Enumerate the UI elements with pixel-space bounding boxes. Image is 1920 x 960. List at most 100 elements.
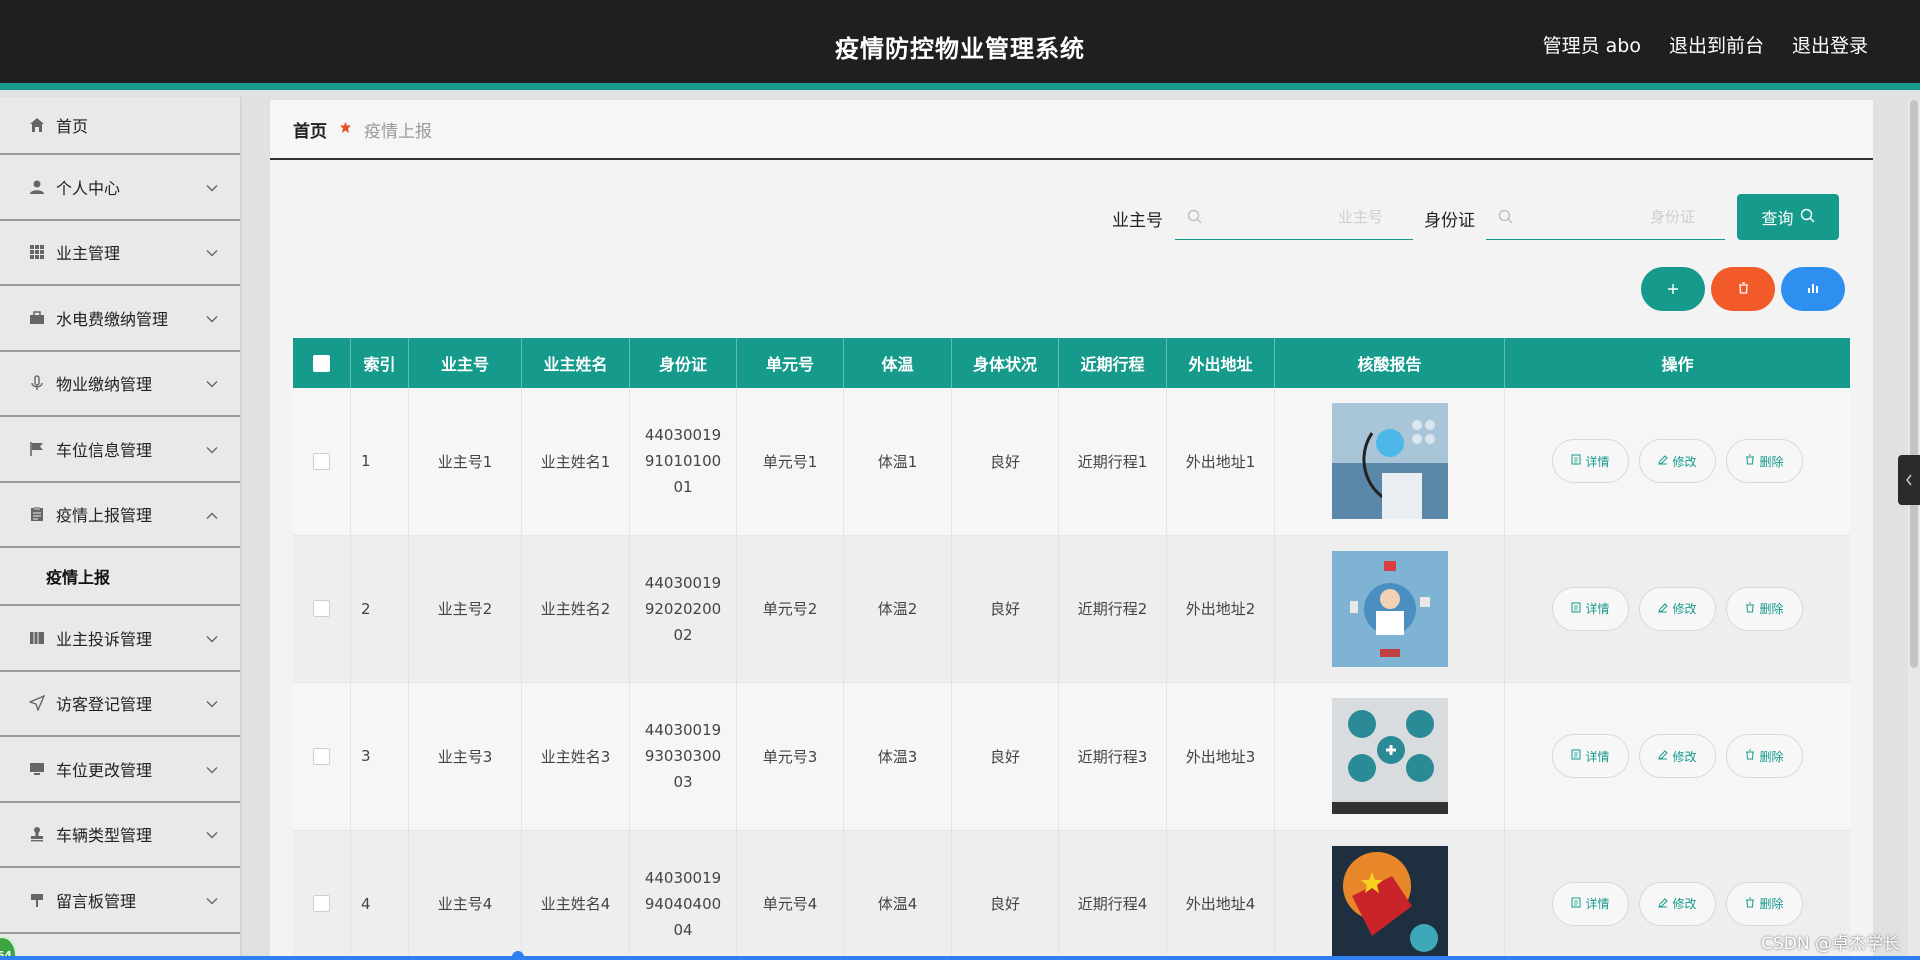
sign-icon [28,891,46,909]
table-row: 3 业主号3 业主姓名3 440300199303030003 单元号3 体温3… [293,683,1850,831]
pencil-icon [1658,749,1669,763]
select-all-checkbox[interactable] [313,354,330,372]
unit-cell: 单元号3 [737,683,844,830]
trash-icon [1745,897,1755,911]
nucleic-report-image[interactable] [1331,403,1448,520]
id-card-input[interactable] [1486,194,1725,239]
chevron-down-icon [206,439,218,458]
edit-button[interactable]: 修改 [1639,586,1716,631]
sidebar-item-epidemic[interactable]: 疫情上报管理 [0,483,240,548]
operations-cell: 详情 修改 删除 [1505,683,1850,830]
owner-no-field [1175,194,1413,240]
id-card-field [1486,194,1725,240]
query-button[interactable]: 查询 [1737,194,1839,240]
column-header: 单元号 [737,338,844,388]
sidebar-item-visitor[interactable]: 访客登记管理 [0,672,240,737]
main-panel: 首页 疫情上报 业主号 身份证 查询 索引 业主号 业主姓名 身份证 [270,100,1873,960]
column-header: 外出地址 [1167,338,1275,388]
column-header: 体温 [844,338,952,388]
owner-name-cell: 业主姓名4 [522,830,630,960]
logout-link[interactable]: 退出登录 [1792,31,1868,58]
statistics-button[interactable] [1781,267,1845,311]
temperature-cell: 体温3 [844,683,952,830]
nucleic-report-image[interactable] [1331,845,1448,960]
row-select-cell [293,388,351,535]
chevron-down-icon [206,825,218,844]
detail-button[interactable]: 详情 [1552,439,1629,484]
delete-button-label: 删除 [1759,749,1784,764]
sidebar-item-label: 个人中心 [56,178,121,198]
row-checkbox[interactable] [313,895,330,913]
edit-button[interactable]: 修改 [1639,439,1716,484]
nucleic-report-image[interactable] [1331,550,1448,667]
delete-button-label: 删除 [1759,897,1784,912]
breadcrumb-current: 疫情上报 [364,121,432,142]
briefcase-icon [28,309,46,327]
id-card-cell: 440300199404040004 [630,830,737,960]
breadcrumb-home[interactable]: 首页 [293,117,327,142]
sidebar-item-home[interactable]: 首页 [0,97,240,155]
chevron-down-icon [206,628,218,647]
row-checkbox[interactable] [313,452,330,470]
sidebar-item-owner[interactable]: 业主管理 [0,221,240,286]
header-actions: 管理员 abo 退出到前台 退出登录 [1543,31,1868,58]
sidebar-item-label: 首页 [56,117,89,136]
sidebar-subitem-epidemic-report[interactable]: 疫情上报 [0,548,240,606]
owner-no-input[interactable] [1175,194,1413,239]
nucleic-report-image[interactable] [1331,698,1448,815]
breadcrumb-separator-icon [339,119,352,139]
detail-button[interactable]: 详情 [1552,734,1629,779]
chevron-down-icon [206,308,218,327]
delete-button[interactable]: 删除 [1726,881,1803,926]
row-checkbox[interactable] [313,600,330,618]
sidebar-item-parking-info[interactable]: 车位信息管理 [0,417,240,483]
sidebar-item-complaint[interactable]: 业主投诉管理 [0,606,240,672]
plus-icon [1667,279,1679,300]
stamp-icon [28,825,46,843]
sidebar-item-message-board[interactable]: 留言板管理 [0,868,240,934]
chevron-down-icon [206,759,218,778]
temperature-cell: 体温4 [844,830,952,960]
row-select-cell [293,683,351,830]
batch-delete-button[interactable] [1711,267,1775,311]
address-cell: 外出地址2 [1167,535,1275,682]
detail-button-label: 详情 [1585,454,1610,469]
side-panel-toggle[interactable] [1898,455,1920,505]
row-select-cell [293,535,351,682]
delete-button[interactable]: 删除 [1726,734,1803,779]
pencil-icon [1658,897,1669,911]
delete-button[interactable]: 删除 [1726,439,1803,484]
index-cell: 2 [351,535,409,682]
operations-cell: 详情 修改 删除 [1505,388,1850,535]
row-checkbox[interactable] [313,747,330,765]
sidebar-item-label: 业主管理 [56,244,121,264]
detail-button[interactable]: 详情 [1552,586,1629,631]
edit-button-label: 修改 [1672,897,1697,912]
grid-icon [28,243,46,261]
page-scrollbar[interactable] [1908,100,1920,960]
detail-button[interactable]: 详情 [1552,881,1629,926]
breadcrumb: 首页 疫情上报 [270,100,1873,160]
unit-cell: 单元号4 [737,830,844,960]
add-button[interactable] [1641,267,1705,311]
owner-no-cell: 业主号4 [409,830,522,960]
unit-cell: 单元号1 [737,388,844,535]
sidebar-item-parking-change[interactable]: 车位更改管理 [0,737,240,803]
delete-button[interactable]: 删除 [1726,586,1803,631]
sidebar-item-utility[interactable]: 水电费缴纳管理 [0,286,240,352]
exit-to-front-link[interactable]: 退出到前台 [1669,31,1764,58]
epidemic-report-table: 索引 业主号 业主姓名 身份证 单元号 体温 身体状况 近期行程 外出地址 核酸… [293,338,1850,960]
detail-button-label: 详情 [1585,897,1610,912]
scrollbar-thumb[interactable] [1910,100,1918,668]
column-header: 核酸报告 [1275,338,1505,388]
edit-button[interactable]: 修改 [1639,881,1716,926]
sidebar-item-label: 疫情上报 [46,568,111,587]
edit-button[interactable]: 修改 [1639,734,1716,779]
owner-no-cell: 业主号3 [409,683,522,830]
sidebar-item-property-fee[interactable]: 物业缴纳管理 [0,352,240,417]
sidebar-item-personal[interactable]: 个人中心 [0,155,240,221]
owner-name-cell: 业主姓名3 [522,683,630,830]
sidebar-item-vehicle-type[interactable]: 车辆类型管理 [0,803,240,868]
delete-button-label: 删除 [1759,454,1784,469]
index-cell: 1 [351,388,409,535]
